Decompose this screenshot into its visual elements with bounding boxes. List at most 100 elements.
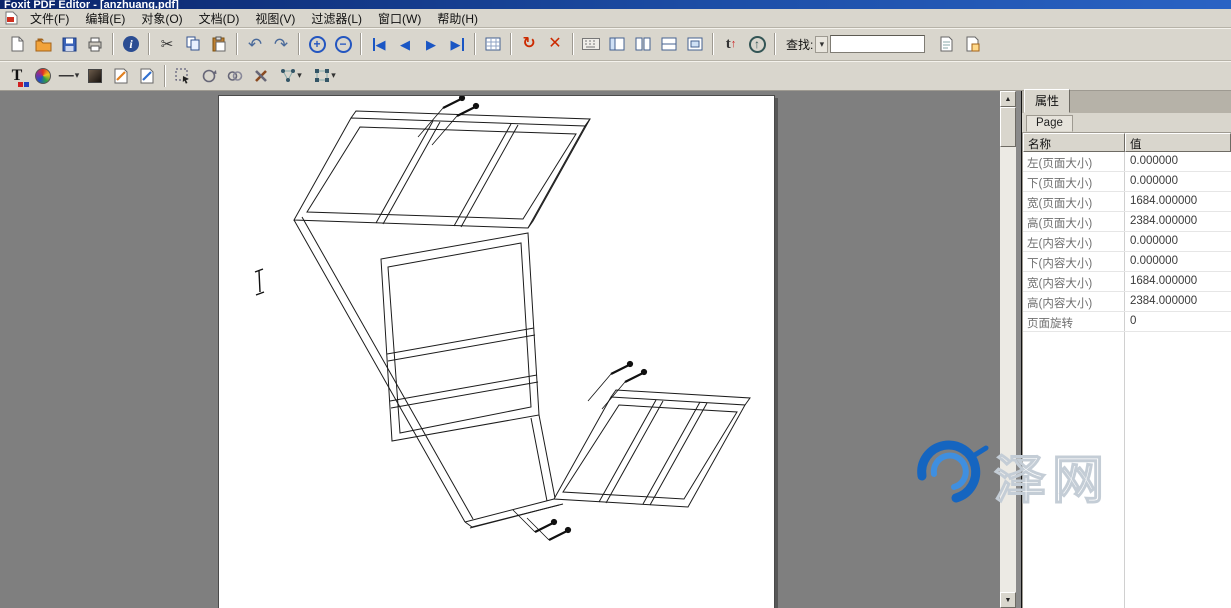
corner-nodes-icon [314,68,330,83]
properties-panel: 属性 Page 名称 值 左(页面大小)0.000000 下(页面大小)0.00… [1022,91,1231,608]
toolbar-separator [774,33,776,55]
document-canvas[interactable] [0,91,1000,608]
tab-properties[interactable]: 属性 [1024,89,1070,113]
page-drawing [219,96,776,608]
property-row[interactable]: 左(页面大小)0.000000 [1023,152,1231,172]
new-page-icon [9,36,25,52]
tab-page[interactable]: Page [1026,115,1073,132]
blue-chip [24,82,29,87]
zoom-out-button[interactable]: − [330,32,356,57]
path-tool-button[interactable]: ▾ [308,63,342,88]
transform-rotate-button[interactable] [196,63,222,88]
toolbar-separator [510,33,512,55]
color-wheel-icon [35,68,51,84]
folder-icon [35,37,52,52]
menu-bar: 文件(F) 编辑(E) 对象(O) 文档(D) 视图(V) 过滤器(L) 窗口(… [0,9,1231,28]
main-toolbar: i ✂ ↶ ↷ + − ◀ ◀ [0,28,1231,61]
toolbar-separator [112,33,114,55]
menu-object[interactable]: 对象(O) [134,9,189,28]
doc-props-button[interactable] [933,32,959,57]
property-row[interactable]: 下(内容大小)0.000000 [1023,252,1231,272]
layout-fit-icon [687,37,703,51]
doc-badge-icon [965,36,980,52]
paste-button[interactable] [206,32,232,57]
find-group: 查找: ▾ [786,35,925,53]
menu-view[interactable]: 视图(V) [248,9,302,28]
property-row[interactable]: 下(页面大小)0.000000 [1023,172,1231,192]
prev-page-button[interactable]: ◀ [392,32,418,57]
chevron-down-icon: ▾ [331,70,336,81]
save-button[interactable] [56,32,82,57]
zoom-in-button[interactable]: + [304,32,330,57]
scroll-thumb[interactable] [1000,107,1016,147]
info-icon: i [123,36,139,52]
find-dropdown-button[interactable]: ▾ [815,36,828,53]
doc-lines-icon [939,36,954,52]
panel-tab-strip: 属性 [1022,91,1231,113]
property-row[interactable]: 宽(页面大小)1684.000000 [1023,192,1231,212]
scroll-down-button[interactable]: ▼ [1000,592,1016,608]
nodes-icon [280,68,296,83]
new-button[interactable] [4,32,30,57]
properties-grid: 名称 值 左(页面大小)0.000000 下(页面大小)0.000000 宽(页… [1022,133,1231,608]
vertical-scrollbar[interactable]: ▲ ▼ [1000,91,1016,608]
menu-file[interactable]: 文件(F) [23,9,76,28]
menu-help[interactable]: 帮助(H) [430,9,485,28]
toolbar-separator [474,33,476,55]
node-tool-button[interactable]: ▾ [274,63,308,88]
property-row[interactable]: 宽(内容大小)1684.000000 [1023,272,1231,292]
cut-button[interactable]: ✂ [154,32,180,57]
upload-button[interactable]: ↑ [744,32,770,57]
redo-button[interactable]: ↷ [268,32,294,57]
select-tool-button[interactable] [170,63,196,88]
next-page-button[interactable]: ▶ [418,32,444,57]
text-tool-button[interactable]: T [4,63,30,88]
text-up-button[interactable]: t ↑ [718,32,744,57]
last-page-button[interactable]: ▶ [444,32,470,57]
property-row[interactable]: 左(内容大小)0.000000 [1023,232,1231,252]
layout-two-page-icon [635,37,651,51]
up-arrow-icon: ↑ [731,39,737,50]
toolbar-separator [298,33,300,55]
layout-single-button[interactable] [604,32,630,57]
doc-attach-button[interactable] [959,32,985,57]
fill-tool-button[interactable] [82,63,108,88]
find-input[interactable] [830,35,925,53]
rotate-page-button[interactable]: ↻ [516,32,542,57]
property-row[interactable]: 高(页面大小)2384.000000 [1023,212,1231,232]
toolbar-separator [360,33,362,55]
edit-pencil-blue-icon [139,68,155,84]
rotate-object-icon [201,68,217,84]
redo-icon: ↷ [274,36,288,53]
copy-button[interactable] [180,32,206,57]
pdf-page[interactable] [218,95,775,608]
delete-page-button[interactable]: ✕ [542,32,568,57]
undo-button[interactable]: ↶ [242,32,268,57]
menu-document[interactable]: 文档(D) [192,9,247,28]
line-tool-button[interactable]: — ▾ [56,63,82,88]
layout-two-page-button[interactable] [630,32,656,57]
keyboard-button[interactable] [578,32,604,57]
menu-edit[interactable]: 编辑(E) [78,9,132,28]
layout-fit-button[interactable] [682,32,708,57]
info-button[interactable]: i [118,32,144,57]
tools-button[interactable] [248,63,274,88]
edit-object-button[interactable] [108,63,134,88]
main-area: ▲ ▼ 属性 Page 名称 值 左(页面大小)0.000000 [0,91,1231,608]
color-tool-button[interactable] [30,63,56,88]
print-button[interactable] [82,32,108,57]
menu-filter[interactable]: 过滤器(L) [304,9,369,28]
property-row[interactable]: 高(内容大小)2384.000000 [1023,292,1231,312]
edit-content-button[interactable] [134,63,160,88]
menu-window[interactable]: 窗口(W) [371,9,428,28]
first-page-button[interactable]: ◀ [366,32,392,57]
open-button[interactable] [30,32,56,57]
up-circle-icon: ↑ [749,36,766,53]
page-table-button[interactable] [480,32,506,57]
scroll-up-button[interactable]: ▲ [1000,91,1016,107]
layout-split-button[interactable] [656,32,682,57]
grid-empty-area [1023,332,1231,608]
transform-flip-button[interactable] [222,63,248,88]
fill-swatch-icon [88,69,102,83]
property-row[interactable]: 页面旋转0 [1023,312,1231,332]
